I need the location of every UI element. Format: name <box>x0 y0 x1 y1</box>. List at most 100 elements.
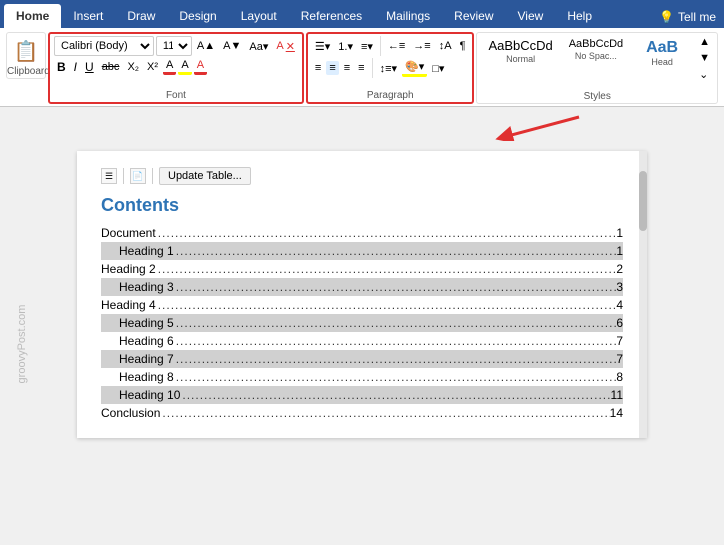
style-normal-preview: AaBbCcDd <box>488 38 552 54</box>
style-head-label: Head <box>651 57 673 67</box>
multilevel-btn[interactable]: ≡▾ <box>358 39 376 54</box>
tab-view[interactable]: View <box>506 4 556 28</box>
decrease-font-btn[interactable]: A▼ <box>220 39 244 53</box>
show-para-btn[interactable]: ¶ <box>457 39 469 53</box>
styles-group-label: Styles <box>477 91 717 102</box>
font-color-btn[interactable]: A <box>163 58 176 75</box>
font-group-label: Font <box>50 90 302 101</box>
change-case-btn[interactable]: Aa▾ <box>246 39 271 54</box>
toc-entry-dots: ........................................… <box>156 262 617 276</box>
toc-entry-text: Heading 5 <box>119 316 174 330</box>
doc-title: Contents <box>101 195 623 216</box>
toc-entry-dots: ........................................… <box>156 298 617 312</box>
bullets-btn[interactable]: ☰▾ <box>312 39 333 54</box>
tab-help[interactable]: Help <box>555 4 604 28</box>
tab-bar: Home Insert Draw Design Layout Reference… <box>0 0 724 28</box>
tab-design[interactable]: Design <box>167 4 228 28</box>
font-size-select[interactable]: 11 <box>156 36 192 56</box>
increase-indent-btn[interactable]: →≡ <box>410 39 433 53</box>
update-table-btn[interactable]: Update Table... <box>159 167 251 185</box>
toc-entry-page: 7 <box>616 352 623 366</box>
superscript-btn[interactable]: X² <box>144 60 161 74</box>
tab-layout[interactable]: Layout <box>229 4 289 28</box>
toc-entry-text: Heading 6 <box>119 334 174 348</box>
align-center-btn[interactable]: ≡ <box>326 61 338 75</box>
toc-entry-text: Heading 10 <box>119 388 180 402</box>
toc-entry-page: 3 <box>616 280 623 294</box>
scroll-thumb[interactable] <box>639 171 647 231</box>
style-nospace-preview: AaBbCcDd <box>569 38 623 51</box>
shading-btn[interactable]: 🎨▾ <box>402 59 427 77</box>
text-color-btn[interactable]: A <box>194 58 207 75</box>
sort-btn[interactable]: ↕A <box>436 39 455 53</box>
style-head[interactable]: AaB Head <box>632 35 692 70</box>
toc-entry-dots: ........................................… <box>174 334 617 348</box>
borders-btn[interactable]: □▾ <box>429 61 447 76</box>
styles-expand[interactable]: ⌄ <box>696 67 713 82</box>
style-nospace-label: No Spac... <box>575 51 617 61</box>
doc-scrollbar[interactable] <box>639 151 647 438</box>
tab-draw[interactable]: Draw <box>115 4 167 28</box>
styles-scroll-down[interactable]: ▼ <box>696 51 713 65</box>
clipboard-group: 📋 Clipboard <box>6 32 46 79</box>
strikethrough-btn[interactable]: abc <box>99 60 123 74</box>
lightbulb-icon[interactable]: 💡 <box>659 10 674 24</box>
clipboard-icon: 📋 <box>14 39 39 64</box>
justify-btn[interactable]: ≡ <box>355 61 367 75</box>
toc-doc-icon[interactable]: 📄 <box>130 168 146 184</box>
toc-entry-page: 1 <box>616 226 623 240</box>
toc-entry: Document................................… <box>101 224 623 242</box>
toc-entry-page: 7 <box>616 334 623 348</box>
toc-entry-dots: ........................................… <box>174 280 617 294</box>
style-normal-label: Normal <box>506 54 535 64</box>
align-left-btn[interactable]: ≡ <box>312 61 324 75</box>
tab-insert[interactable]: Insert <box>61 4 115 28</box>
increase-font-btn[interactable]: A▲ <box>194 39 218 53</box>
underline-btn[interactable]: U <box>82 59 97 75</box>
toc-entry-dots: ........................................… <box>160 406 609 420</box>
toc-entry-page: 8 <box>616 370 623 384</box>
toc-entry-page: 6 <box>616 316 623 330</box>
styles-scroll: ▲ ▼ ⌄ <box>696 35 713 82</box>
tell-me-label[interactable]: Tell me <box>678 10 716 24</box>
doc-page: ☰ 📄 Update Table... Contents Document...… <box>77 151 647 438</box>
toc-entry: Heading 8...............................… <box>101 368 623 386</box>
bold-btn[interactable]: B <box>54 59 69 75</box>
toc-entry-text: Heading 7 <box>119 352 174 366</box>
toc-entry-text: Heading 4 <box>101 298 156 312</box>
paragraph-group: ☰▾ 1.▾ ≡▾ ←≡ →≡ ↕A ¶ ≡ ≡ ≡ ≡ ↕≡▾ 🎨▾ □▾ P… <box>306 32 475 104</box>
toc-entry: Heading 2...............................… <box>101 260 623 278</box>
toc-entry: Heading 5...............................… <box>101 314 623 332</box>
subscript-btn[interactable]: X₂ <box>124 60 142 74</box>
styles-scroll-up[interactable]: ▲ <box>696 35 713 49</box>
style-nospace[interactable]: AaBbCcDd No Spac... <box>562 35 630 64</box>
decrease-indent-btn[interactable]: ←≡ <box>385 39 408 53</box>
clear-format-btn[interactable]: A✕ <box>273 39 298 54</box>
tab-home[interactable]: Home <box>4 4 61 28</box>
toc-entry-page: 1 <box>616 244 623 258</box>
toc-entry: Conclusion..............................… <box>101 404 623 422</box>
style-head-preview: AaB <box>646 38 678 57</box>
toc-entry-dots: ........................................… <box>174 316 617 330</box>
numbering-btn[interactable]: 1.▾ <box>335 39 356 54</box>
align-right-btn[interactable]: ≡ <box>341 61 353 75</box>
toc-toolbar: ☰ 📄 Update Table... <box>101 167 623 185</box>
toc-entry-text: Conclusion <box>101 406 160 420</box>
toc-menu-icon[interactable]: ☰ <box>101 168 117 184</box>
toc-entry-dots: ........................................… <box>174 352 617 366</box>
font-family-select[interactable]: Calibri (Body) <box>54 36 154 56</box>
tab-references[interactable]: References <box>289 4 374 28</box>
tab-review[interactable]: Review <box>442 4 505 28</box>
line-spacing-btn[interactable]: ↕≡▾ <box>377 61 400 76</box>
style-normal[interactable]: AaBbCcDd Normal <box>481 35 559 67</box>
tab-right-area: 💡 Tell me <box>659 10 724 28</box>
ribbon: 📋 Clipboard Calibri (Body) 11 A▲ A▼ Aa▾ … <box>0 28 724 107</box>
tab-mailings[interactable]: Mailings <box>374 4 442 28</box>
toc-entry: Heading 4...............................… <box>101 296 623 314</box>
italic-btn[interactable]: I <box>71 59 80 75</box>
toc-divider <box>123 168 124 184</box>
toc-entry-page: 2 <box>616 262 623 276</box>
watermark-text: groovyPost.com <box>16 305 28 384</box>
annotation-area <box>0 107 724 143</box>
highlight-btn[interactable]: A <box>178 58 191 75</box>
